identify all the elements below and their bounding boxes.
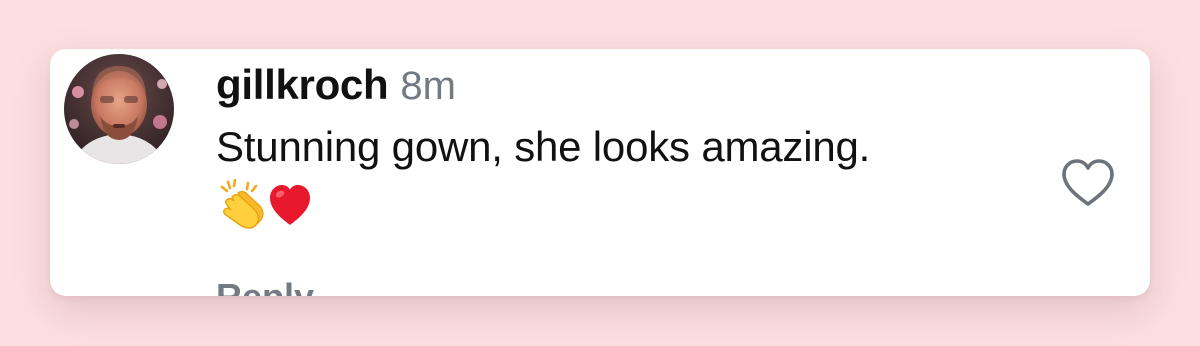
- like-button[interactable]: [1058, 157, 1118, 209]
- username[interactable]: gillkroch: [216, 61, 389, 108]
- comment-card: gillkroch 8m Stunning gown, she looks ama…: [50, 49, 1150, 296]
- reply-button[interactable]: Reply: [216, 277, 314, 297]
- heart-outline-icon: [1062, 159, 1114, 206]
- emoji-row: [218, 178, 314, 236]
- comment-text: Stunning gown, she looks amazing.: [216, 123, 871, 170]
- red-heart-icon: [266, 182, 314, 233]
- avatar[interactable]: [64, 54, 174, 164]
- comment-header: gillkroch 8m: [216, 59, 456, 111]
- timestamp: 8m: [400, 64, 456, 108]
- avatar-photo: [64, 54, 174, 164]
- clapping-hands-icon: [218, 178, 266, 236]
